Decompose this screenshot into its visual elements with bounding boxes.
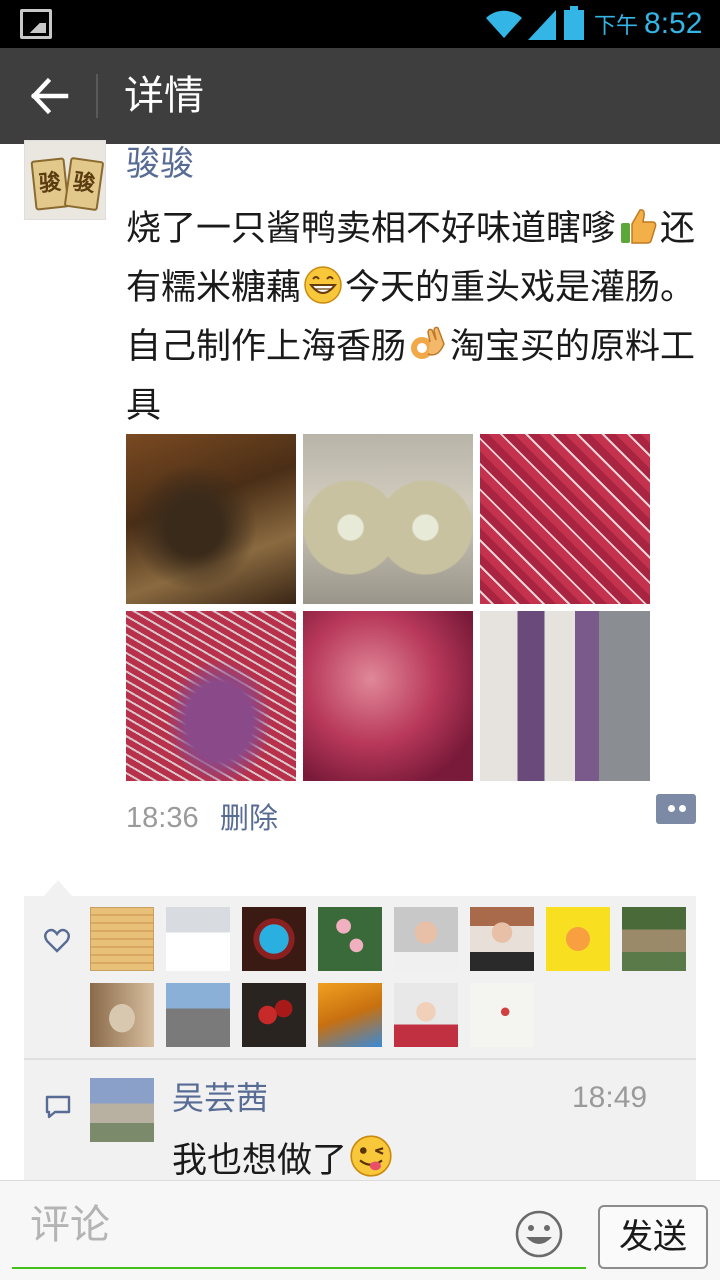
grin-emoji bbox=[304, 266, 342, 304]
wink-tongue-emoji bbox=[350, 1135, 392, 1177]
ok-hand-emoji bbox=[411, 326, 445, 359]
signal-icon bbox=[528, 10, 556, 40]
emoji-button[interactable] bbox=[514, 1209, 564, 1259]
likes-pointer bbox=[44, 880, 72, 896]
action-bar-divider bbox=[96, 74, 98, 118]
status-clock: 下午 8:52 bbox=[594, 6, 702, 42]
post-photo[interactable] bbox=[126, 611, 296, 781]
page-title: 详情 bbox=[124, 73, 204, 119]
liker-avatar[interactable] bbox=[318, 983, 382, 1047]
send-button[interactable]: 发送 bbox=[598, 1205, 708, 1269]
poster-avatar[interactable]: 骏 骏 bbox=[24, 140, 106, 220]
liker-avatar[interactable] bbox=[242, 983, 306, 1047]
commenter-avatar[interactable] bbox=[90, 1078, 154, 1142]
status-bar: 下午 8:52 bbox=[0, 0, 720, 48]
arrow-left-icon bbox=[30, 77, 69, 115]
status-ampm: 下午 bbox=[594, 14, 639, 39]
comment-input-bar: 发送 bbox=[0, 1180, 720, 1280]
liker-avatar[interactable] bbox=[90, 983, 154, 1047]
status-time: 8:52 bbox=[644, 7, 703, 40]
heart-icon bbox=[44, 928, 70, 953]
post-photo[interactable] bbox=[480, 434, 650, 604]
comment-menu-button[interactable] bbox=[656, 794, 696, 824]
liker-avatar[interactable] bbox=[622, 907, 686, 971]
commenter-name[interactable]: 吴芸茜 bbox=[172, 1076, 268, 1120]
back-button[interactable] bbox=[20, 68, 78, 124]
battery-icon bbox=[564, 6, 584, 40]
post-photo[interactable] bbox=[126, 434, 296, 604]
wifi-icon bbox=[486, 10, 522, 38]
liker-avatar[interactable] bbox=[470, 907, 534, 971]
liker-avatar[interactable] bbox=[394, 983, 458, 1047]
avatar-tag: 骏 bbox=[63, 156, 105, 212]
liker-avatar[interactable] bbox=[394, 907, 458, 971]
liker-avatar[interactable] bbox=[166, 983, 230, 1047]
more-dots-icon bbox=[668, 805, 675, 812]
post-photo[interactable] bbox=[303, 434, 473, 604]
post-timestamp: 18:36 bbox=[126, 802, 199, 834]
liker-avatar[interactable] bbox=[318, 907, 382, 971]
comment-icon bbox=[45, 1095, 71, 1119]
liker-avatar[interactable] bbox=[166, 907, 230, 971]
input-underline bbox=[12, 1267, 586, 1269]
gallery-icon bbox=[20, 9, 52, 39]
post-text-segment: 烧了一只酱鸭卖相不好味道瞎嗲 bbox=[126, 209, 617, 249]
liker-avatar[interactable] bbox=[546, 907, 610, 971]
post-photo[interactable] bbox=[480, 611, 650, 781]
post-text: 烧了一只酱鸭卖相不好味道瞎嗲 还有糯米糖藕 今天的重头戏是灌肠。自己制作上海香肠… bbox=[126, 200, 706, 436]
comment-text-segment: 我也想做了 bbox=[172, 1141, 348, 1181]
action-bar: 详情 bbox=[0, 48, 720, 144]
thumbs-up-emoji bbox=[621, 209, 657, 244]
poster-name[interactable]: 骏骏 bbox=[126, 142, 194, 186]
delete-button[interactable]: 删除 bbox=[220, 798, 278, 838]
comment-timestamp: 18:49 bbox=[572, 1081, 648, 1114]
liker-avatar[interactable] bbox=[470, 983, 534, 1047]
liker-avatar[interactable] bbox=[242, 907, 306, 971]
comment-input[interactable] bbox=[14, 1197, 584, 1253]
more-dots-icon bbox=[679, 805, 686, 812]
liker-avatar[interactable] bbox=[90, 907, 154, 971]
post-photo[interactable] bbox=[303, 611, 473, 781]
smiley-icon bbox=[515, 1210, 563, 1258]
